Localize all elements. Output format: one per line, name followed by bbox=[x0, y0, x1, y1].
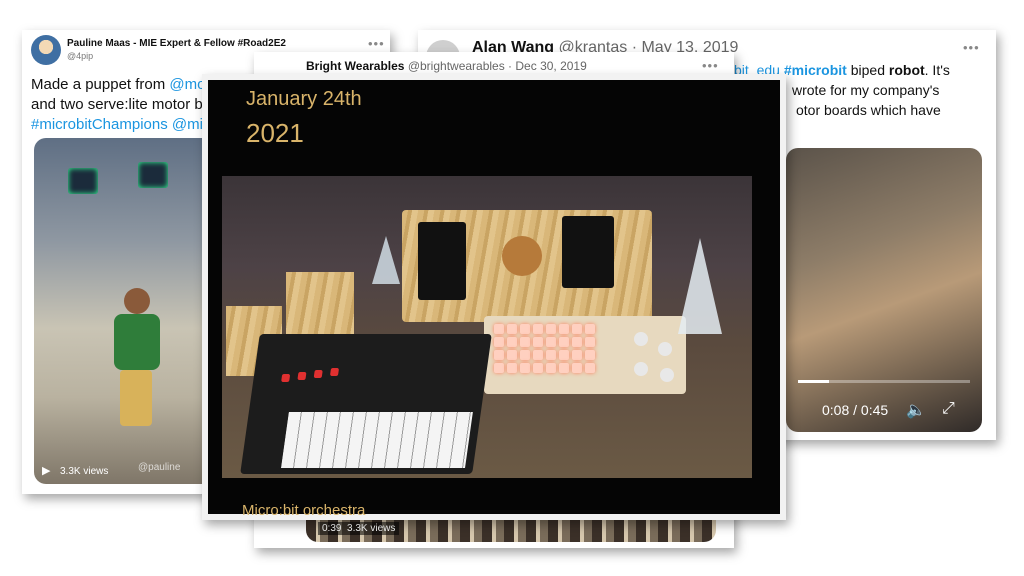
more-icon[interactable]: ••• bbox=[963, 40, 980, 55]
led-button-pad bbox=[484, 316, 686, 394]
led-pad-cell bbox=[546, 363, 556, 373]
led-pad-cell bbox=[533, 363, 543, 373]
led-pad-cell bbox=[559, 324, 569, 334]
led-pad-cell bbox=[546, 350, 556, 360]
led-pad-cell bbox=[507, 324, 517, 334]
more-icon[interactable]: ••• bbox=[368, 36, 385, 51]
volume-icon[interactable]: 🔈 bbox=[906, 400, 926, 420]
led-pad-cell bbox=[520, 350, 530, 360]
paper-cone bbox=[372, 236, 400, 284]
puppet bbox=[106, 288, 166, 428]
led-pad-cell bbox=[572, 337, 582, 347]
video-watermark: @pauline bbox=[138, 462, 181, 473]
led-pad-cell bbox=[559, 363, 569, 373]
more-icon[interactable]: ••• bbox=[702, 58, 719, 73]
video-frame-image bbox=[222, 176, 752, 478]
video-time: 0:08 / 0:45 bbox=[822, 402, 889, 418]
led-pad-cell bbox=[507, 363, 517, 373]
led-pad-cell bbox=[507, 337, 517, 347]
tweet-text: Made a puppet from @mo and two serve:lit… bbox=[31, 75, 211, 135]
led-pad-cell bbox=[520, 337, 530, 347]
led-pad-cell bbox=[494, 350, 504, 360]
tweet-text-fragment: . It's bbox=[924, 62, 950, 78]
video-caption: Micro:bit orchestra bbox=[242, 502, 366, 519]
mention-link[interactable]: @mo bbox=[169, 76, 205, 93]
author-name[interactable]: Bright Wearables @brightwearables · Dec … bbox=[306, 59, 587, 73]
led-pad-cell bbox=[559, 350, 569, 360]
led-pad-cell bbox=[546, 337, 556, 347]
author-handle-date: @brightwearables · Dec 30, 2019 bbox=[407, 59, 587, 73]
led-pad-cell bbox=[572, 350, 582, 360]
tweet-text-line: and two serve:lite motor bo bbox=[31, 96, 212, 113]
play-icon[interactable]: ▶ bbox=[42, 464, 50, 477]
led-pad-cell bbox=[585, 337, 595, 347]
led-pad-cell bbox=[533, 337, 543, 347]
led-pad-cell bbox=[585, 363, 595, 373]
led-pad-cell bbox=[494, 337, 504, 347]
microbit-board bbox=[68, 168, 98, 194]
hashtag-link[interactable]: #microbit bbox=[784, 62, 847, 78]
video-progress-bar[interactable] bbox=[798, 380, 970, 383]
main-video-frame: January 24th 2021 Micro:bit orchestra bbox=[202, 74, 786, 520]
led-pad-cell bbox=[533, 350, 543, 360]
led-pad-cell bbox=[520, 324, 530, 334]
avatar[interactable] bbox=[31, 35, 61, 65]
reindeer-figure bbox=[502, 236, 542, 276]
tweet-text-fragment: biped bbox=[846, 62, 889, 78]
led-strip-panel bbox=[418, 222, 466, 300]
led-pad-cell bbox=[585, 350, 595, 360]
hashtag-link[interactable]: #microbitChampions bbox=[31, 116, 168, 133]
author-name[interactable]: Pauline Maas - MIE Expert & Fellow #Road… bbox=[67, 38, 286, 49]
led-pad-cell bbox=[585, 324, 595, 334]
tweet-text-bold: robot bbox=[888, 62, 925, 78]
tweet-text-line: Made a puppet from bbox=[31, 76, 170, 93]
led-pad-cell bbox=[546, 324, 556, 334]
led-pad-cell bbox=[494, 363, 504, 373]
microbit-board bbox=[138, 162, 168, 188]
led-pad-cell bbox=[559, 337, 569, 347]
view-count: 3.3K views bbox=[60, 466, 109, 477]
video-date-line1: January 24th bbox=[246, 88, 362, 110]
led-pad-cell bbox=[507, 350, 517, 360]
video-info: 0:39 3.3K views bbox=[318, 522, 400, 535]
wooden-cube bbox=[286, 272, 354, 336]
led-strip-panel bbox=[562, 216, 614, 288]
led-pad-cell bbox=[572, 324, 582, 334]
led-pad-cell bbox=[494, 324, 504, 334]
led-pad-cell bbox=[533, 324, 543, 334]
led-pad-cell bbox=[520, 363, 530, 373]
fullscreen-icon[interactable]: ⤢ bbox=[942, 400, 955, 418]
paper-cone bbox=[678, 238, 722, 334]
tweet-video[interactable]: 0:08 / 0:45 🔈 ⤢ bbox=[786, 148, 982, 432]
main-video[interactable]: January 24th 2021 Micro:bit orchestra bbox=[208, 80, 780, 519]
led-pad-cell bbox=[572, 363, 582, 373]
video-date-line2: 2021 bbox=[246, 118, 304, 148]
synthesizer-keyboard bbox=[240, 334, 492, 474]
author-handle[interactable]: @4pip bbox=[67, 51, 93, 61]
